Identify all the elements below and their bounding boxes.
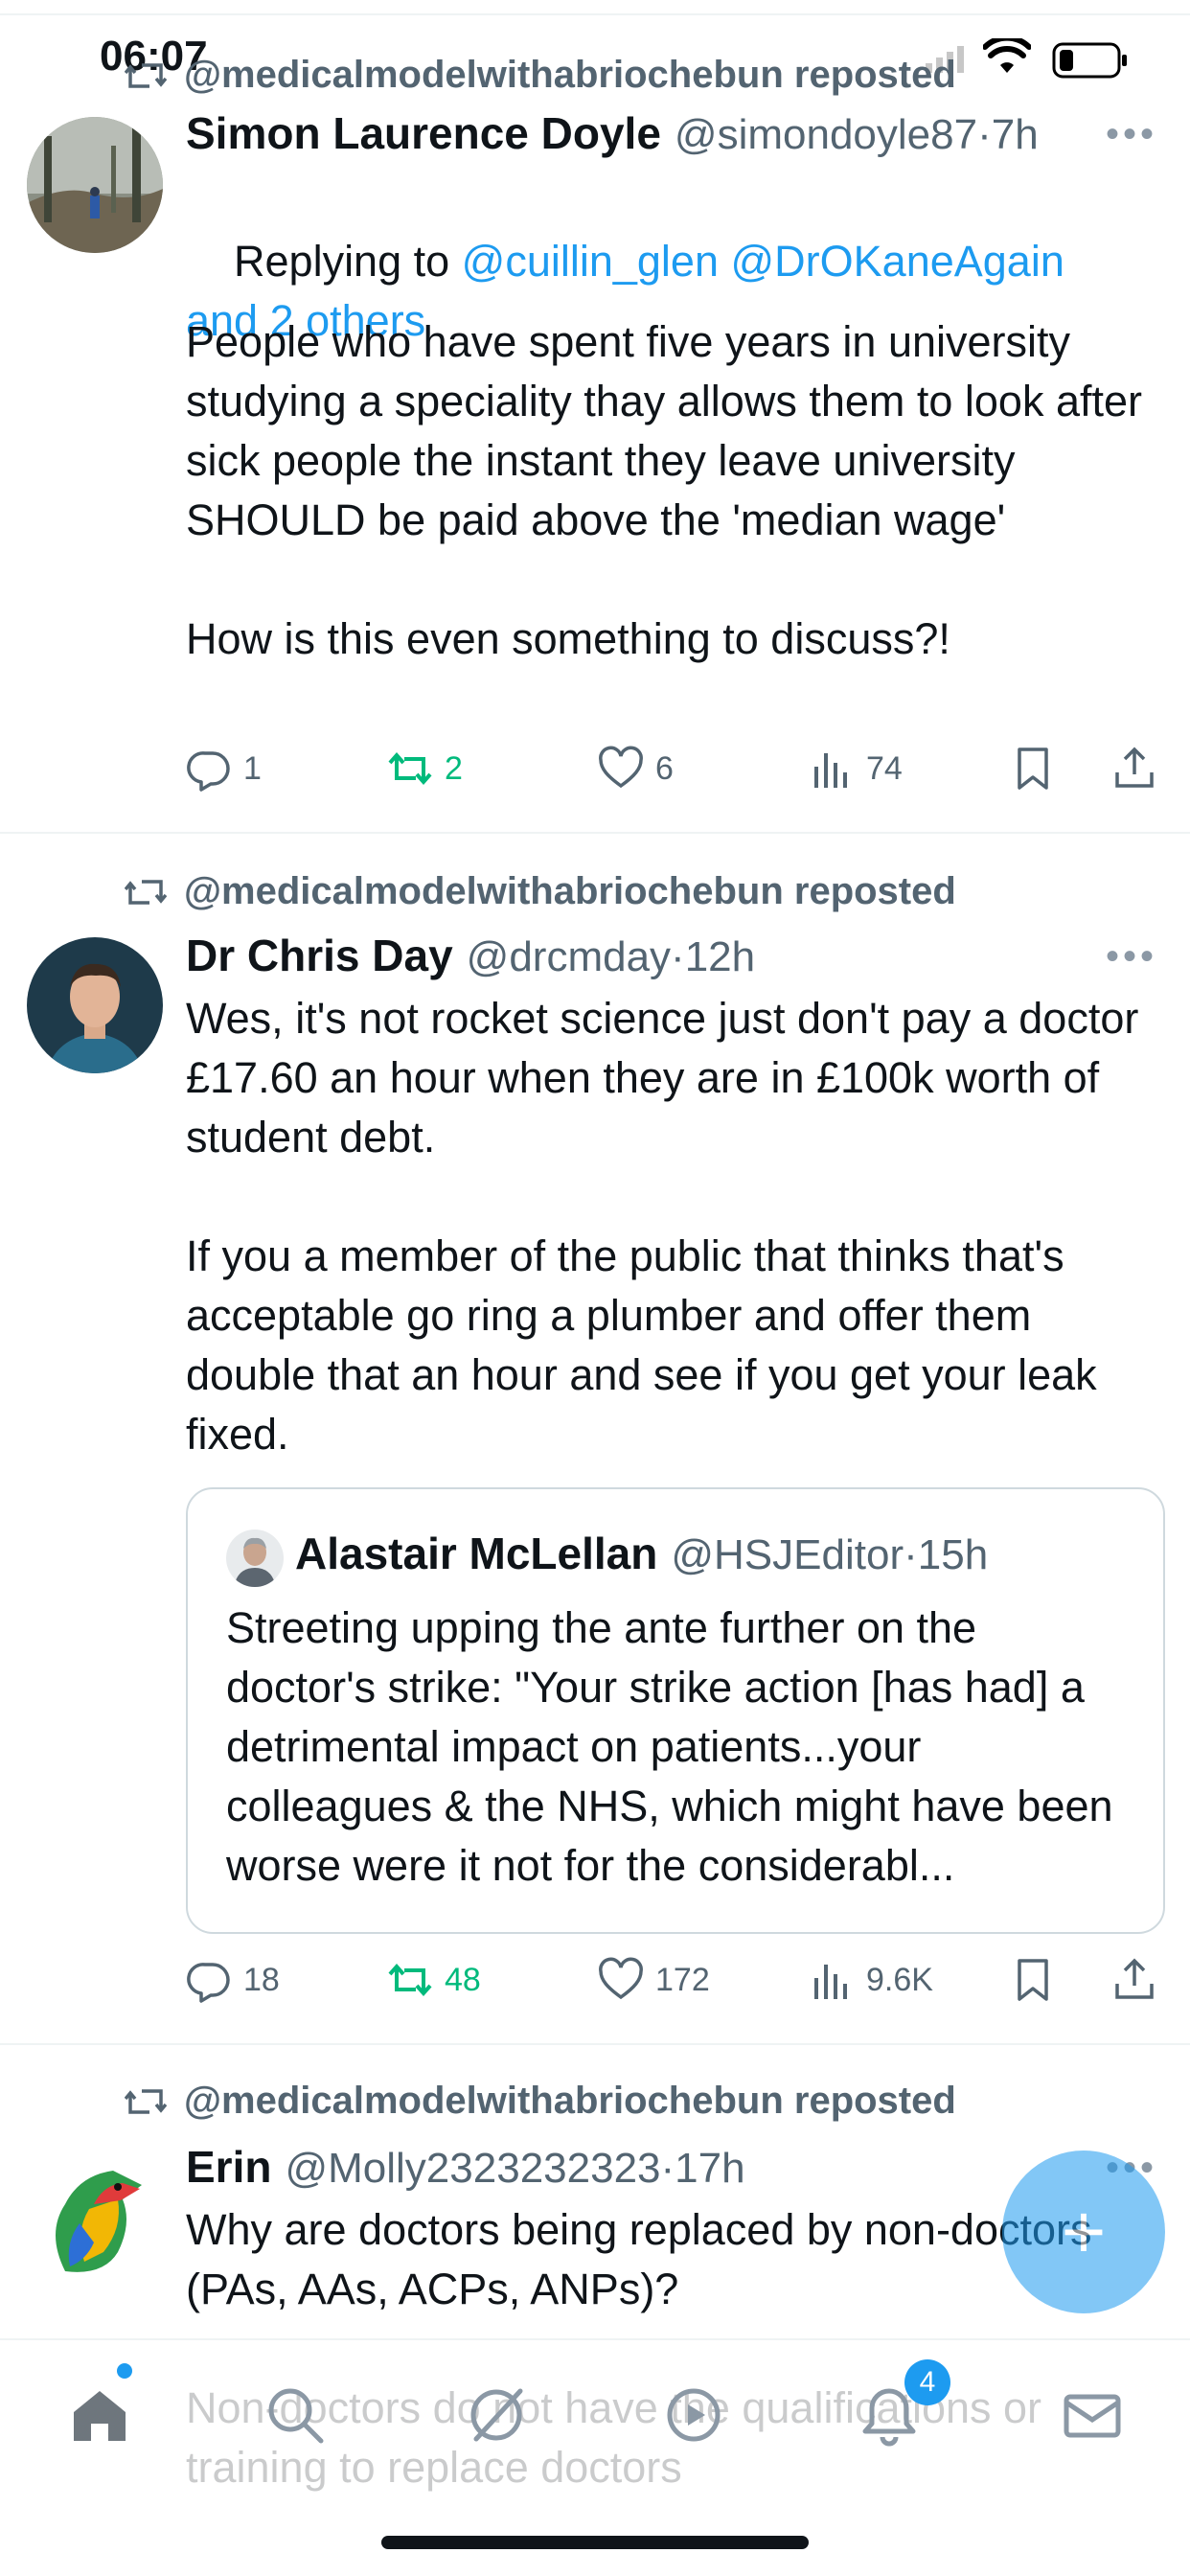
timestamp[interactable]: 7h	[992, 111, 1039, 158]
tab-messages[interactable]	[1054, 2377, 1131, 2453]
repost-small-icon	[125, 2088, 167, 2114]
reply-prefix: Replying to	[234, 237, 462, 286]
home-icon	[74, 2391, 126, 2441]
heart-icon	[599, 746, 643, 789]
tweet-text: Wes, it's not rocket science just don't …	[186, 994, 1139, 1459]
username[interactable]: @simondoyle87	[675, 111, 977, 158]
reply-count: 1	[243, 749, 262, 787]
views-button[interactable]: 9.6K	[809, 1957, 933, 2003]
views-count: 9.6K	[866, 1961, 933, 1998]
grok-icon	[470, 2388, 523, 2442]
reply-button[interactable]: 18	[186, 1957, 280, 2003]
reposted-by-label: @medicalmodelwithabriochebun reposted	[184, 870, 956, 912]
like-button[interactable]: 6	[598, 746, 674, 792]
display-name[interactable]: Simon Laurence Doyle	[186, 107, 661, 159]
views-chart-icon	[814, 753, 847, 788]
separator-dot: ·	[660, 2145, 675, 2192]
like-count: 6	[655, 749, 674, 787]
reply-button[interactable]: 1	[186, 746, 262, 792]
tweet-text: People who have spent five years in univ…	[186, 317, 1142, 663]
bookmark-button[interactable]	[1010, 746, 1056, 792]
views-chart-icon	[814, 1965, 847, 1999]
repost-context: @medicalmodelwithabriochebun reposted	[125, 54, 956, 97]
display-name[interactable]: Erin	[186, 2141, 271, 2193]
share-button[interactable]	[1111, 1957, 1157, 2003]
mail-icon	[1064, 2394, 1121, 2438]
timestamp[interactable]: 12h	[685, 933, 755, 980]
wifi-icon	[982, 34, 1032, 80]
share-icon	[1115, 1958, 1154, 1999]
notifications-badge: 4	[904, 2359, 950, 2405]
display-name[interactable]: Dr Chris Day	[186, 930, 453, 981]
repost-button[interactable]: 48	[387, 1957, 481, 2003]
quoted-display-name: Alastair McLellan	[295, 1529, 658, 1578]
share-button[interactable]	[1111, 746, 1157, 792]
home-indicator	[381, 2536, 809, 2549]
separator-dot: ·	[977, 111, 992, 158]
more-options-icon[interactable]: •••	[1106, 935, 1157, 978]
repost-button[interactable]: 2	[387, 746, 463, 792]
more-options-icon[interactable]: •••	[1106, 113, 1157, 156]
views-button[interactable]: 74	[809, 746, 903, 792]
avatar[interactable]	[27, 937, 163, 1073]
separator-dot: ·	[671, 933, 685, 980]
repost-small-icon	[125, 62, 167, 88]
avatar[interactable]	[27, 2147, 163, 2283]
play-circle-icon	[667, 2388, 721, 2442]
avatar[interactable]	[27, 117, 163, 253]
tab-search[interactable]	[257, 2377, 333, 2453]
repost-context: @medicalmodelwithabriochebun reposted	[125, 2080, 956, 2123]
search-icon	[268, 2388, 324, 2444]
username[interactable]: @drcmday	[467, 933, 671, 980]
quoted-timestamp: 15h	[917, 1531, 989, 1578]
bookmark-icon	[1018, 748, 1048, 790]
reply-icon	[187, 1963, 230, 2003]
reposted-by-label: @medicalmodelwithabriochebun reposted	[184, 2080, 956, 2122]
quoted-text: Streeting upping the ante further on the…	[226, 1603, 1126, 1890]
repost-count: 48	[445, 1961, 481, 1998]
like-count: 172	[655, 1961, 710, 1998]
avatar[interactable]	[226, 1530, 284, 1587]
bookmark-button[interactable]	[1010, 1957, 1056, 2003]
home-unread-dot	[117, 2363, 132, 2379]
timestamp[interactable]: 17h	[675, 2145, 744, 2192]
heart-icon	[599, 1957, 643, 2000]
quoted-username: @HSJEditor	[671, 1531, 904, 1578]
separator-dot: ·	[904, 1531, 918, 1578]
views-count: 74	[866, 749, 903, 787]
tab-home[interactable]	[61, 2377, 138, 2453]
tab-spaces[interactable]	[655, 2377, 732, 2453]
username[interactable]: @Molly2323232323	[285, 2145, 660, 2192]
repost-context: @medicalmodelwithabriochebun reposted	[125, 870, 956, 913]
quoted-tweet[interactable]: Alastair McLellan @HSJEditor·15h Streeti…	[186, 1487, 1165, 1934]
reply-icon	[187, 751, 230, 792]
repost-count: 2	[445, 749, 463, 787]
repost-icon	[388, 751, 432, 786]
battery-icon	[1052, 42, 1129, 83]
bookmark-icon	[1018, 1959, 1048, 2001]
like-button[interactable]: 172	[598, 1957, 710, 2003]
repost-small-icon	[125, 879, 167, 905]
tab-bar-divider	[0, 2338, 1190, 2340]
compose-button[interactable]: +	[1002, 2150, 1165, 2313]
share-icon	[1115, 747, 1154, 788]
repost-icon	[388, 1963, 432, 1997]
reposted-by-label: @medicalmodelwithabriochebun reposted	[184, 54, 956, 96]
tab-grok[interactable]	[458, 2377, 535, 2453]
reply-count: 18	[243, 1961, 280, 1998]
plus-icon: +	[1061, 2189, 1107, 2274]
